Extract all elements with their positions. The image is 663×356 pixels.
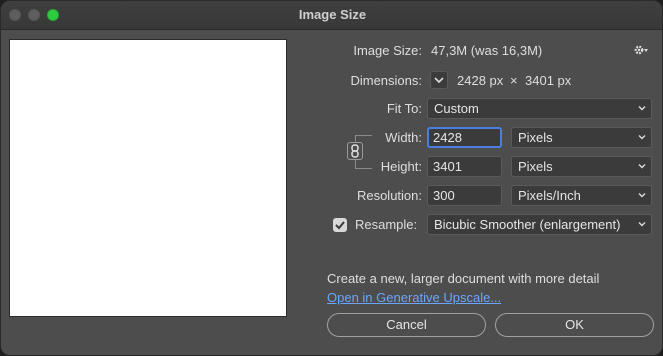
chevron-down-icon xyxy=(638,135,646,140)
height-label: Height: xyxy=(380,159,422,174)
checkmark-icon xyxy=(335,221,345,230)
resample-method-value: Bicubic Smoother (enlargement) xyxy=(434,217,621,232)
fit-to-select[interactable]: Custom xyxy=(427,98,652,119)
dimensions-label: Dimensions: xyxy=(350,73,422,88)
cancel-button[interactable]: Cancel xyxy=(327,313,486,337)
chevron-down-icon xyxy=(638,222,646,227)
dimensions-times: × xyxy=(510,73,518,88)
resolution-unit-select[interactable]: Pixels/Inch xyxy=(511,185,652,206)
resample-label: Resample: xyxy=(355,217,418,232)
image-size-dialog: Image Size Image Size: 47,3M (was 16,3M)… xyxy=(0,0,663,356)
image-size-label: Image Size: xyxy=(353,43,422,58)
resolution-input[interactable]: 300 xyxy=(427,185,502,206)
upscale-description: Create a new, larger document with more … xyxy=(327,271,600,286)
height-input[interactable]: 3401 xyxy=(427,156,502,177)
fit-to-label: Fit To: xyxy=(386,101,422,116)
resample-method-select[interactable]: Bicubic Smoother (enlargement) xyxy=(427,214,652,235)
dimensions-width-value: 2428 px xyxy=(457,73,504,88)
chevron-down-icon xyxy=(638,193,646,198)
width-label: Width: xyxy=(385,130,422,145)
chevron-down-icon xyxy=(638,106,646,111)
chevron-down-icon xyxy=(434,77,444,84)
height-unit-select[interactable]: Pixels xyxy=(511,156,652,177)
height-unit-value: Pixels xyxy=(518,159,553,174)
chevron-down-icon xyxy=(638,164,646,169)
dimensions-height-value: 3401 px xyxy=(525,73,572,88)
image-size-value: 47,3M (was 16,3M) xyxy=(431,43,543,58)
width-unit-value: Pixels xyxy=(518,130,553,145)
chain-link-icon xyxy=(351,144,359,158)
dimensions-menu-button[interactable] xyxy=(430,71,448,89)
ok-button[interactable]: OK xyxy=(495,313,654,337)
gear-icon[interactable] xyxy=(633,43,649,57)
width-unit-select[interactable]: Pixels xyxy=(511,127,652,148)
fit-to-value: Custom xyxy=(434,101,479,116)
resolution-label: Resolution: xyxy=(356,188,422,203)
width-input[interactable]: 2428 xyxy=(427,127,502,148)
resample-checkbox[interactable] xyxy=(333,218,347,232)
image-preview[interactable] xyxy=(9,39,287,317)
window-title: Image Size xyxy=(298,7,367,22)
title-bar: Image Size xyxy=(1,1,662,30)
resolution-unit-value: Pixels/Inch xyxy=(518,188,581,203)
generative-upscale-link[interactable]: Open in Generative Upscale... xyxy=(327,290,501,305)
